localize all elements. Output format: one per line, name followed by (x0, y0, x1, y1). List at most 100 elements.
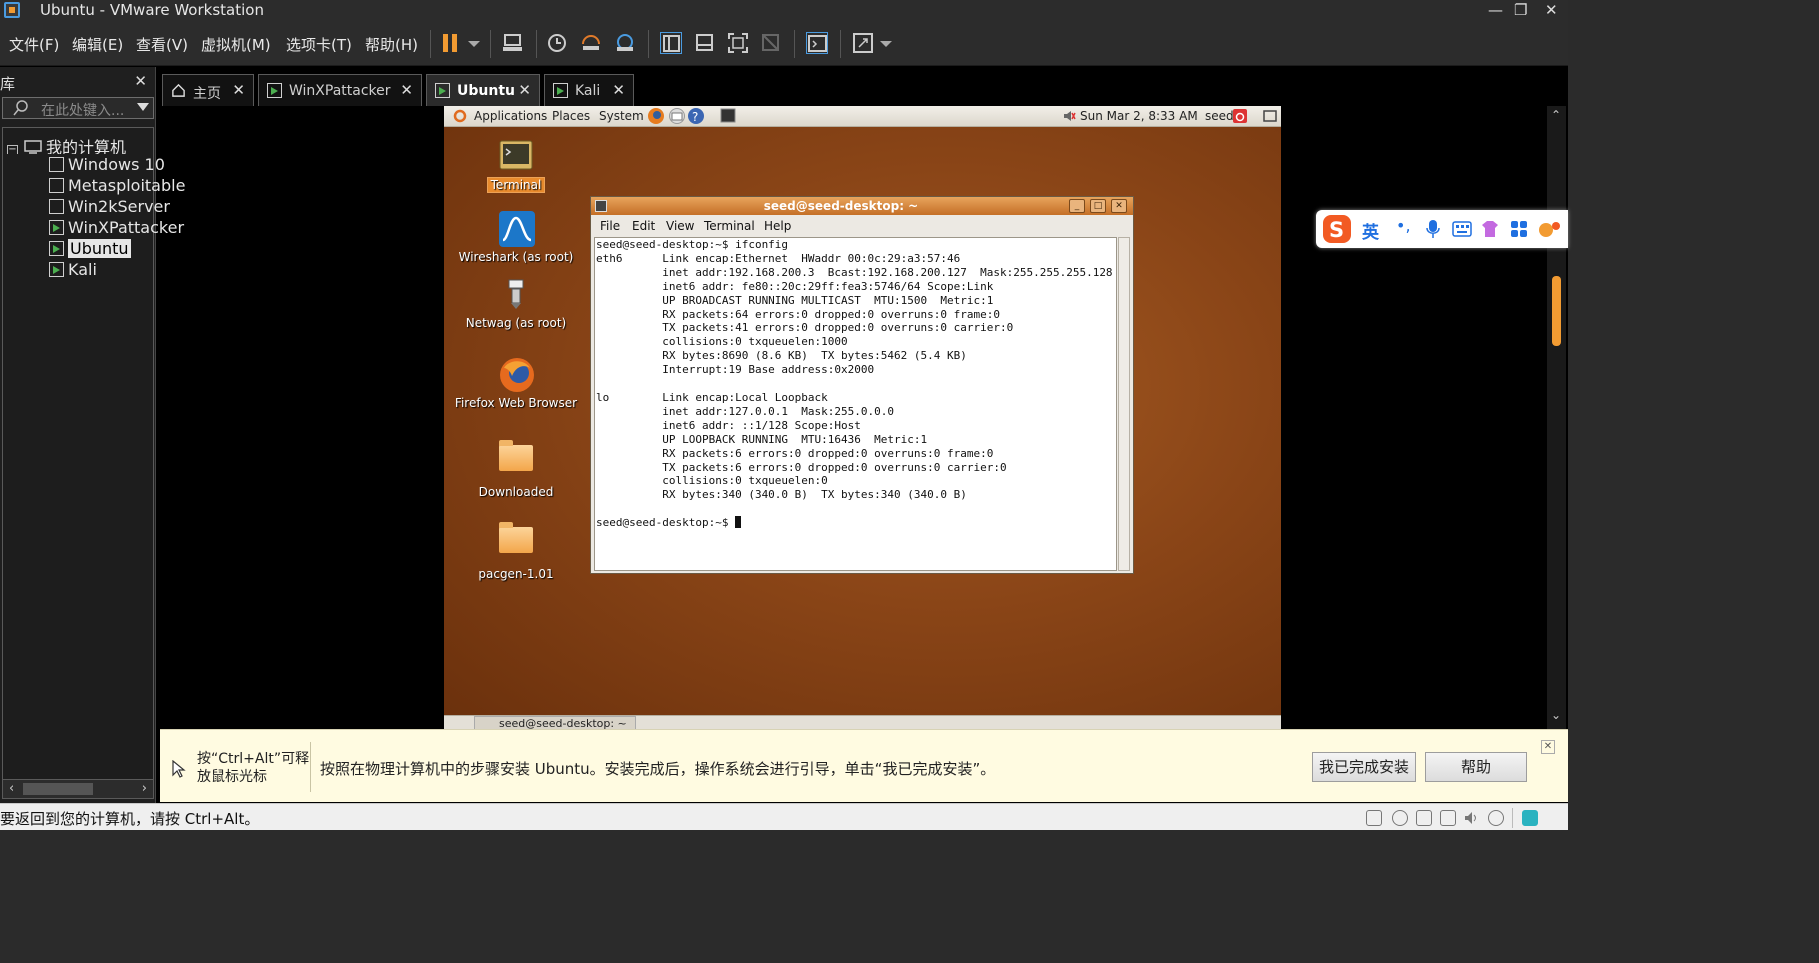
show-desktop-icon[interactable] (1263, 109, 1277, 123)
ime-punct[interactable]: •, (1396, 216, 1411, 235)
sogou-logo-icon[interactable]: S (1322, 214, 1352, 244)
keyboard-icon[interactable] (1452, 221, 1472, 237)
terminal-menu-help[interactable]: Help (764, 219, 791, 233)
power-icon[interactable] (1233, 109, 1247, 123)
scroll-left-icon[interactable]: ‹ (9, 781, 14, 796)
sound-card-icon[interactable] (1464, 810, 1480, 826)
hard-disk-icon[interactable] (1366, 810, 1382, 826)
scroll-up-icon[interactable]: ⌃ (1551, 108, 1561, 122)
menu-tabs[interactable]: 选项卡(T) (286, 34, 352, 55)
tree-item-ubuntu[interactable]: Ubuntu (49, 239, 199, 259)
speaker-icon[interactable] (1062, 109, 1076, 123)
tab-close-button[interactable]: ✕ (232, 81, 245, 99)
system-menu[interactable]: System (599, 109, 644, 123)
cd-dvd-icon[interactable] (1392, 810, 1408, 826)
taskbar-terminal-button[interactable]: seed@seed-desktop: ~ (474, 716, 636, 730)
terminal-close-button[interactable]: ✕ (1111, 199, 1127, 213)
stretch-guest-icon[interactable] (852, 32, 874, 54)
menu-file[interactable]: 文件(F) (9, 34, 59, 55)
desktop-icon-pacgen[interactable]: pacgen-1.01 (451, 522, 581, 581)
tab-close-button[interactable]: ✕ (518, 81, 531, 99)
library-search-input[interactable]: 在此处键入... (2, 97, 154, 119)
scroll-right-icon[interactable]: › (142, 781, 147, 796)
search-dropdown-icon[interactable] (137, 103, 149, 113)
message-log-icon[interactable] (1522, 810, 1538, 826)
tree-root-my-computer[interactable]: − 我的计算机 (7, 134, 157, 154)
desktop-icon-wireshark[interactable]: Wireshark (as root) (451, 210, 581, 264)
tree-item-win2kserver[interactable]: Win2kServer (49, 197, 199, 217)
guest-screen[interactable]: Applications Places System ? Sun Mar 2, … (444, 106, 1281, 730)
firefox-launcher-icon[interactable] (647, 107, 665, 125)
minimize-button[interactable]: — (1488, 1, 1503, 19)
tab-close-button[interactable]: ✕ (612, 81, 625, 99)
menu-edit[interactable]: 编辑(E) (72, 34, 123, 55)
tab-close-button[interactable]: ✕ (400, 81, 413, 99)
microphone-icon[interactable] (1426, 219, 1440, 239)
desktop-icon-netwag[interactable]: Netwag (as root) (451, 276, 581, 330)
printer-icon[interactable] (1440, 810, 1456, 826)
skin-icon[interactable] (1480, 219, 1500, 239)
menu-help[interactable]: 帮助(H) (365, 34, 418, 55)
network-adapter-icon[interactable] (1416, 810, 1432, 826)
tab-ubuntu[interactable]: Ubuntu ✕ (426, 74, 540, 106)
terminal-menu-file[interactable]: File (600, 219, 620, 233)
scrollbar-thumb[interactable] (1552, 276, 1561, 346)
library-horizontal-scrollbar[interactable]: ‹ › (2, 779, 154, 799)
terminal-menu-edit[interactable]: Edit (632, 219, 655, 233)
places-menu[interactable]: Places (552, 109, 590, 123)
dropdown-arrow-icon[interactable] (876, 32, 898, 54)
terminal-output[interactable]: seed@seed-desktop:~$ ifconfig eth6 Link … (594, 237, 1117, 571)
terminal-window[interactable]: seed@seed-desktop: ~ _ □ ✕ File Edit Vie… (590, 196, 1134, 574)
dropdown-arrow-icon[interactable] (464, 32, 486, 54)
scrollbar-thumb[interactable] (23, 783, 93, 795)
applications-menu[interactable]: Applications (474, 109, 547, 123)
help-launcher-icon[interactable]: ? (687, 107, 705, 125)
tab-winxpattacker[interactable]: WinXPattacker ✕ (258, 74, 422, 106)
desktop-icon-terminal[interactable]: Terminal (451, 138, 581, 193)
tree-item-kali[interactable]: Kali (49, 260, 199, 280)
help-button[interactable]: 帮助 (1425, 752, 1527, 782)
show-library-icon[interactable] (660, 32, 682, 54)
tree-item-metasploitable[interactable]: Metasploitable (49, 176, 199, 196)
console-vertical-scrollbar[interactable]: ⌃ ⌄ (1547, 106, 1566, 730)
mail-launcher-icon[interactable] (668, 107, 686, 125)
desktop-icon-firefox[interactable]: Firefox Web Browser (451, 356, 581, 410)
hint-close-button[interactable]: ✕ (1541, 740, 1555, 754)
thumbnail-bar-icon[interactable] (694, 32, 716, 54)
finished-install-button[interactable]: 我已完成安装 (1312, 752, 1416, 782)
terminal-maximize-button[interactable]: □ (1090, 199, 1106, 213)
pause-icon[interactable] (440, 32, 462, 54)
ime-mode[interactable]: 英 (1362, 218, 1379, 243)
menu-view[interactable]: 查看(V) (136, 34, 188, 55)
guest-clock[interactable]: Sun Mar 2, 8:33 AM (1080, 109, 1198, 123)
unity-icon[interactable] (760, 32, 782, 54)
terminal-launcher-icon[interactable] (720, 108, 736, 124)
tab-kali[interactable]: Kali ✕ (544, 74, 634, 106)
scroll-down-icon[interactable]: ⌄ (1551, 708, 1561, 722)
display-icon[interactable] (1488, 810, 1504, 826)
terminal-title-bar[interactable]: seed@seed-desktop: ~ _ □ ✕ (591, 197, 1133, 215)
send-ctrl-alt-del-icon[interactable] (502, 32, 524, 54)
restore-button[interactable]: ❐ (1514, 1, 1527, 19)
manage-snapshots-icon[interactable] (614, 32, 636, 54)
collapse-icon[interactable]: − (7, 145, 18, 154)
tree-item-windows10[interactable]: Windows 10 (49, 155, 199, 175)
terminal-minimize-button[interactable]: _ (1069, 199, 1085, 213)
revert-snapshot-icon[interactable] (580, 32, 602, 54)
desktop-icon-downloaded[interactable]: Downloaded (451, 440, 581, 499)
menu-vm[interactable]: 虚拟机(M) (201, 34, 271, 55)
close-window-button[interactable]: ✕ (1545, 1, 1558, 19)
console-view-icon[interactable] (806, 32, 828, 54)
snapshot-icon[interactable] (546, 32, 568, 54)
library-close-button[interactable]: ✕ (134, 72, 147, 90)
terminal-scrollbar[interactable] (1118, 237, 1130, 571)
toolbox-icon[interactable] (1510, 220, 1528, 238)
ime-toolbar[interactable]: S 英 •, (1316, 210, 1568, 248)
terminal-menu-view[interactable]: View (666, 219, 694, 233)
tab-home[interactable]: 主页 ✕ (162, 74, 254, 106)
full-screen-icon[interactable] (727, 32, 749, 54)
guest-user[interactable]: seed (1205, 109, 1234, 123)
terminal-menu-terminal[interactable]: Terminal (704, 219, 755, 233)
more-icon[interactable] (1538, 220, 1562, 238)
tree-item-winxpattacker[interactable]: WinXPattacker (49, 218, 199, 238)
